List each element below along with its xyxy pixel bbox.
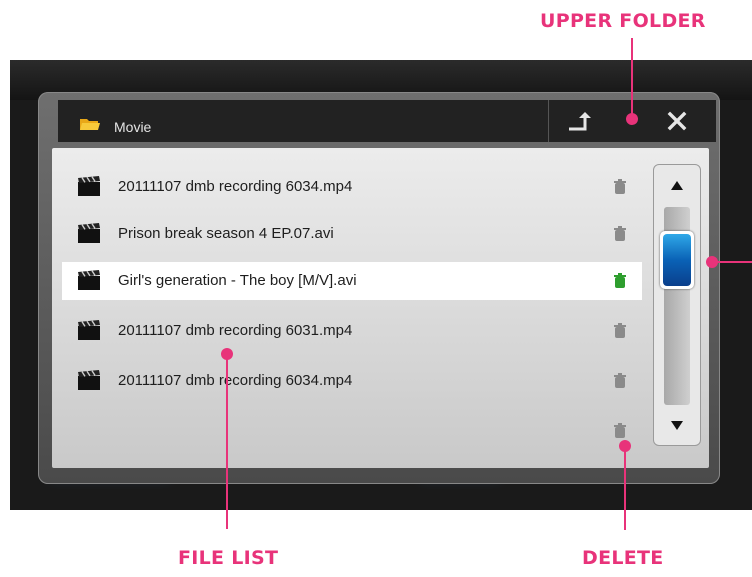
close-button[interactable]: [650, 100, 714, 142]
scroll-down-icon[interactable]: [671, 421, 683, 430]
callout-dot-file-list: [221, 348, 233, 360]
file-name: 20111107 dmb recording 6031.mp4: [118, 322, 353, 339]
callout-delete: DELETE: [582, 547, 664, 569]
callout-dot-upper-folder: [626, 113, 638, 125]
file-row[interactable]: 20111107 dmb recording 6034.mp4: [62, 362, 642, 400]
close-icon: [667, 111, 687, 131]
delete-icon[interactable]: [614, 273, 626, 289]
file-row-selected[interactable]: Girl's generation - The boy [M/V].avi: [62, 262, 642, 300]
scrollbar[interactable]: [653, 164, 701, 446]
callout-line-delete: [624, 446, 626, 530]
callout-line-upper-folder: [631, 38, 633, 118]
delete-icon[interactable]: [614, 373, 626, 389]
file-name: Girl's generation - The boy [M/V].avi: [118, 272, 357, 289]
callout-dot-delete: [619, 440, 631, 452]
upper-folder-icon: [569, 112, 591, 131]
delete-icon[interactable]: [614, 423, 626, 439]
callout-line-scroll: [714, 261, 752, 263]
file-row-partial[interactable]: [62, 412, 642, 450]
callout-file-list: FILE LIST: [178, 547, 279, 569]
folder-title: Movie: [114, 119, 152, 135]
upper-folder-button[interactable]: [549, 100, 629, 142]
file-row[interactable]: 20111107 dmb recording 6031.mp4: [62, 312, 642, 350]
delete-icon[interactable]: [614, 323, 626, 339]
file-name: 20111107 dmb recording 6034.mp4: [118, 372, 353, 389]
file-name: 20111107 dmb recording 6034.mp4: [118, 178, 353, 195]
video-file-icon: [78, 176, 100, 196]
video-file-icon: [78, 223, 100, 243]
callout-upper-folder: UPPER FOLDER: [540, 10, 706, 32]
file-row[interactable]: 20111107 dmb recording 6034.mp4: [62, 168, 642, 206]
folder-icon: [80, 119, 100, 130]
delete-icon[interactable]: [614, 226, 626, 242]
file-row[interactable]: Prison break season 4 EP.07.avi: [62, 215, 642, 253]
video-file-icon: [78, 270, 100, 290]
video-file-icon: [78, 370, 100, 390]
delete-icon[interactable]: [614, 179, 626, 195]
callout-line-file-list: [226, 354, 228, 529]
video-file-icon: [78, 320, 100, 340]
scroll-thumb[interactable]: [660, 231, 694, 289]
scroll-up-icon[interactable]: [671, 181, 683, 190]
file-name: Prison break season 4 EP.07.avi: [118, 225, 334, 242]
